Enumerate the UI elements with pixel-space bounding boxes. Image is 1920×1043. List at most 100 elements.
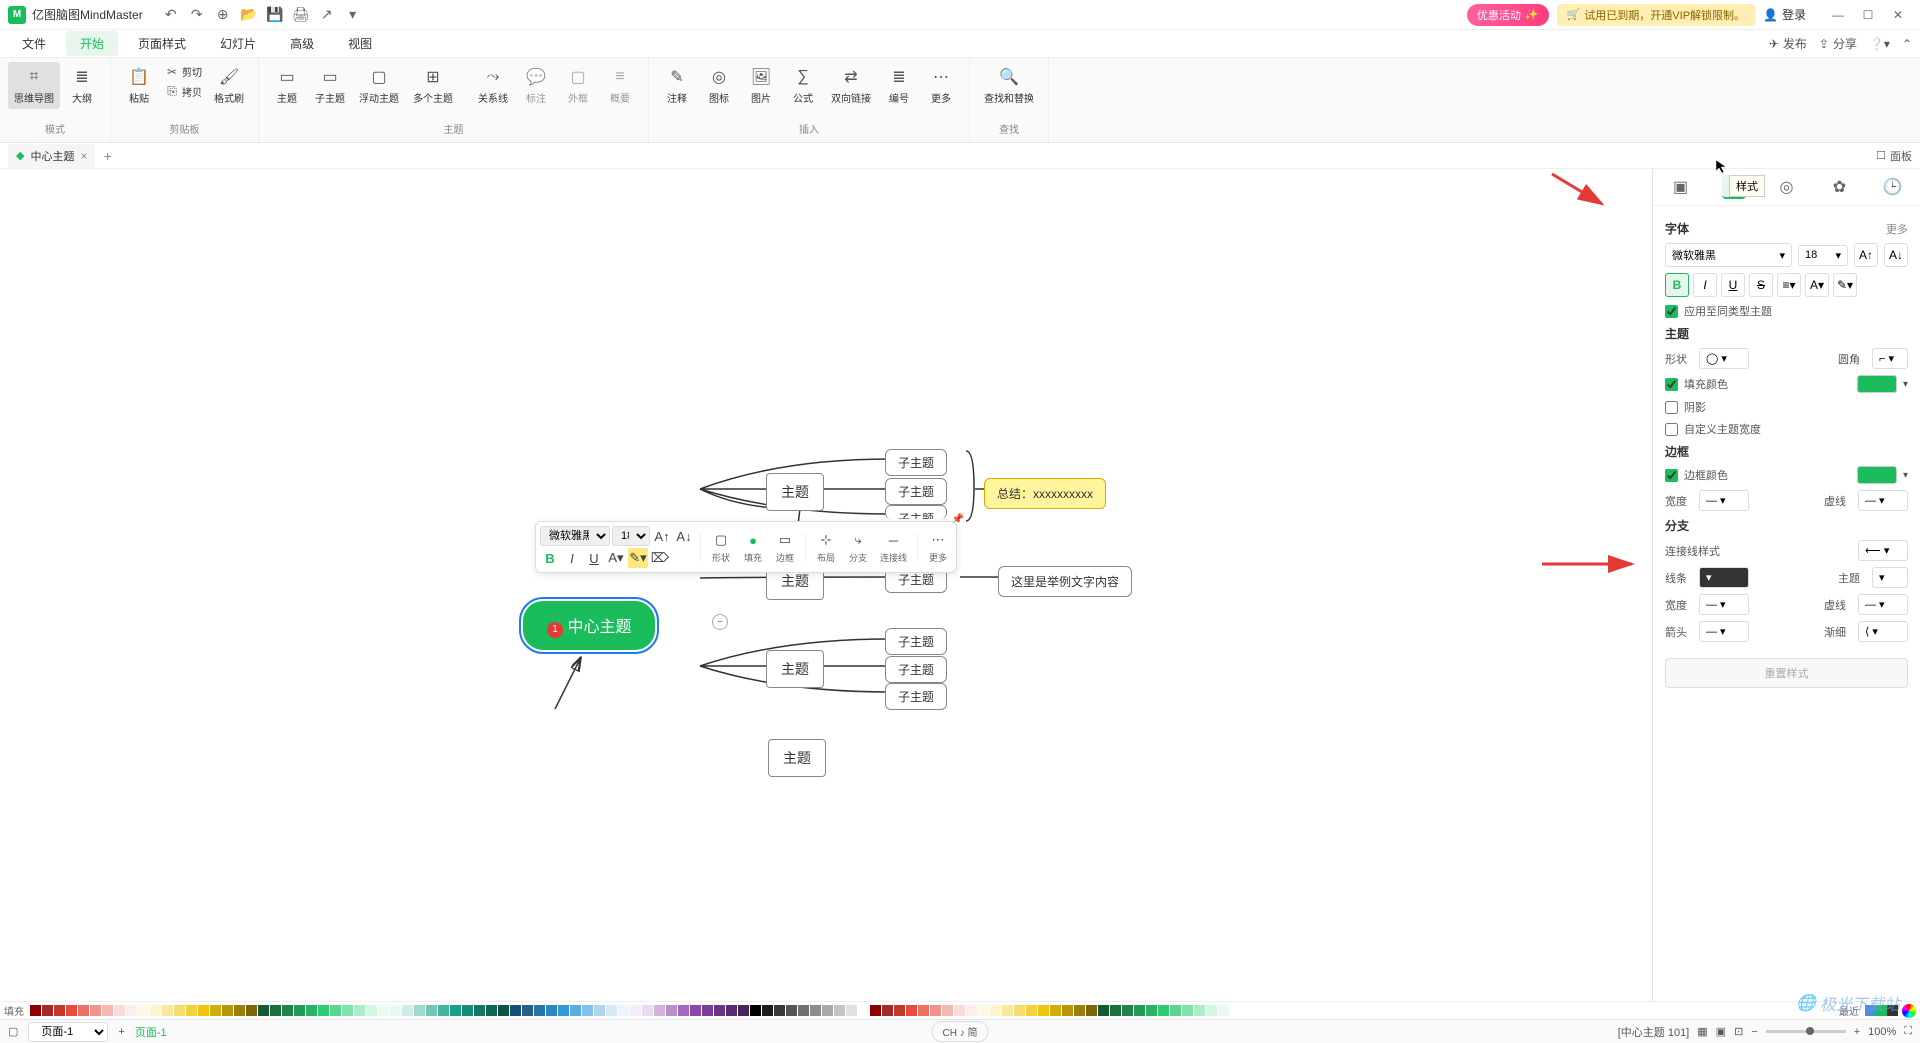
cut-button[interactable]: ✂剪切 (161, 62, 206, 81)
color-swatch[interactable] (918, 1005, 929, 1016)
color-swatch[interactable] (726, 1005, 737, 1016)
view-icon-2[interactable]: ▣ (1716, 1025, 1726, 1038)
color-swatch[interactable] (222, 1005, 233, 1016)
color-swatch[interactable] (858, 1005, 869, 1016)
color-swatch[interactable] (354, 1005, 365, 1016)
border-width-dropdown[interactable]: — ▾ (1699, 490, 1749, 511)
color-swatch[interactable] (714, 1005, 725, 1016)
promo-badge[interactable]: 优惠活动 ✨ (1467, 4, 1549, 26)
summary-callout[interactable]: 总结：xxxxxxxxxx (984, 478, 1106, 509)
bold-button[interactable]: B (1665, 273, 1689, 297)
color-swatch[interactable] (654, 1005, 665, 1016)
subtopic-node[interactable]: 子主题 (885, 683, 947, 710)
save-icon[interactable]: 💾 (267, 7, 283, 23)
panel-tab-page-icon[interactable]: ▣ (1669, 175, 1693, 199)
color-swatch[interactable] (846, 1005, 857, 1016)
color-swatch[interactable] (978, 1005, 989, 1016)
color-swatch[interactable] (258, 1005, 269, 1016)
zoom-value[interactable]: 100% (1868, 1026, 1896, 1038)
color-swatch[interactable] (330, 1005, 341, 1016)
color-swatch[interactable] (966, 1005, 977, 1016)
doc-tab-active[interactable]: ◆ 中心主题 × (8, 144, 95, 168)
connector-button[interactable]: ─连接线 (876, 528, 911, 566)
relation-button[interactable]: ⤳关系线 (472, 62, 514, 109)
color-swatch[interactable] (810, 1005, 821, 1016)
find-replace-button[interactable]: 🔍查找和替换 (978, 62, 1040, 109)
color-swatch[interactable] (1182, 1005, 1193, 1016)
border-button[interactable]: ▭边框 (771, 528, 799, 566)
line-color-dropdown[interactable]: ▾ (1699, 567, 1749, 588)
bold-icon[interactable]: B (540, 548, 560, 568)
color-swatch[interactable] (1026, 1005, 1037, 1016)
menu-start[interactable]: 开始 (66, 31, 118, 56)
color-swatch[interactable] (1074, 1005, 1085, 1016)
color-swatch[interactable] (642, 1005, 653, 1016)
page-tab[interactable]: 页面-1 (135, 1024, 167, 1040)
color-swatch[interactable] (1158, 1005, 1169, 1016)
color-swatch[interactable] (1002, 1005, 1013, 1016)
color-swatch[interactable] (558, 1005, 569, 1016)
color-swatch[interactable] (1206, 1005, 1217, 1016)
color-swatch[interactable] (954, 1005, 965, 1016)
border-color-swatch[interactable] (1857, 466, 1897, 484)
more-button[interactable]: ⋯更多 (924, 528, 952, 566)
example-callout[interactable]: 这里是举例文字内容 (998, 566, 1132, 597)
color-swatch[interactable] (990, 1005, 1001, 1016)
color-swatch[interactable] (234, 1005, 245, 1016)
callout-button[interactable]: 💬标注 (516, 62, 556, 109)
menu-slideshow[interactable]: 幻灯片 (206, 31, 270, 56)
color-swatch[interactable] (510, 1005, 521, 1016)
image-button[interactable]: 🖼图片 (741, 62, 781, 109)
fill-color-checkbox[interactable]: 填充颜色 ▾ (1665, 375, 1908, 393)
font-color-icon[interactable]: A▾ (606, 548, 626, 568)
branch-width-dropdown[interactable]: — ▾ (1699, 594, 1749, 615)
underline-button[interactable]: U (1721, 273, 1745, 297)
color-swatch[interactable] (594, 1005, 605, 1016)
color-swatch[interactable] (1134, 1005, 1145, 1016)
canvas[interactable]: 1 中心主题 − 主题 主题 主题 主题 子主题 子主题 子主题 总结：xxxx… (0, 169, 1652, 1001)
strike-button[interactable]: S (1749, 273, 1773, 297)
color-swatch[interactable] (762, 1005, 773, 1016)
icon-button[interactable]: ◎图标 (699, 62, 739, 109)
subtopic-node[interactable]: 子主题 (885, 449, 947, 476)
color-swatch[interactable] (186, 1005, 197, 1016)
color-swatch[interactable] (198, 1005, 209, 1016)
color-swatch[interactable] (66, 1005, 77, 1016)
color-wheel-icon[interactable] (1902, 1004, 1916, 1018)
color-swatch[interactable] (798, 1005, 809, 1016)
color-swatch[interactable] (246, 1005, 257, 1016)
boundary-button[interactable]: ▢外框 (558, 62, 598, 109)
color-swatch[interactable] (414, 1005, 425, 1016)
qat-more-icon[interactable]: ▾ (345, 7, 361, 23)
branch-button[interactable]: ⤷分支 (844, 528, 872, 566)
color-swatch[interactable] (114, 1005, 125, 1016)
color-swatch[interactable] (102, 1005, 113, 1016)
open-icon[interactable]: 📂 (241, 7, 257, 23)
minimize-button[interactable]: — (1824, 5, 1852, 25)
subtopic-node[interactable]: 子主题 (885, 505, 947, 519)
color-swatch[interactable] (630, 1005, 641, 1016)
color-swatch[interactable] (1038, 1005, 1049, 1016)
undo-icon[interactable]: ↶ (163, 7, 179, 23)
topic-node[interactable]: 主题 (766, 473, 824, 511)
color-swatch[interactable] (438, 1005, 449, 1016)
color-swatch[interactable] (282, 1005, 293, 1016)
share-button[interactable]: ⇪ 分享 (1819, 35, 1857, 52)
fill-color-swatch[interactable] (1857, 375, 1897, 393)
menu-advanced[interactable]: 高级 (276, 31, 328, 56)
color-swatch[interactable] (906, 1005, 917, 1016)
color-swatch[interactable] (210, 1005, 221, 1016)
central-topic-node[interactable]: 1 中心主题 (523, 601, 655, 650)
add-page-icon[interactable]: + (118, 1026, 124, 1038)
font-size-select[interactable]: 18 (612, 526, 650, 546)
color-swatch[interactable] (126, 1005, 137, 1016)
font-more-link[interactable]: 更多 (1886, 221, 1908, 237)
color-swatch[interactable] (834, 1005, 845, 1016)
branch-theme-dropdown[interactable]: ▾ (1872, 567, 1908, 588)
paste-button[interactable]: 📋粘贴 (119, 62, 159, 109)
color-swatch[interactable] (534, 1005, 545, 1016)
color-swatch[interactable] (690, 1005, 701, 1016)
export-icon[interactable]: ↗ (319, 7, 335, 23)
underline-icon[interactable]: U (584, 548, 604, 568)
color-swatch[interactable] (30, 1005, 41, 1016)
